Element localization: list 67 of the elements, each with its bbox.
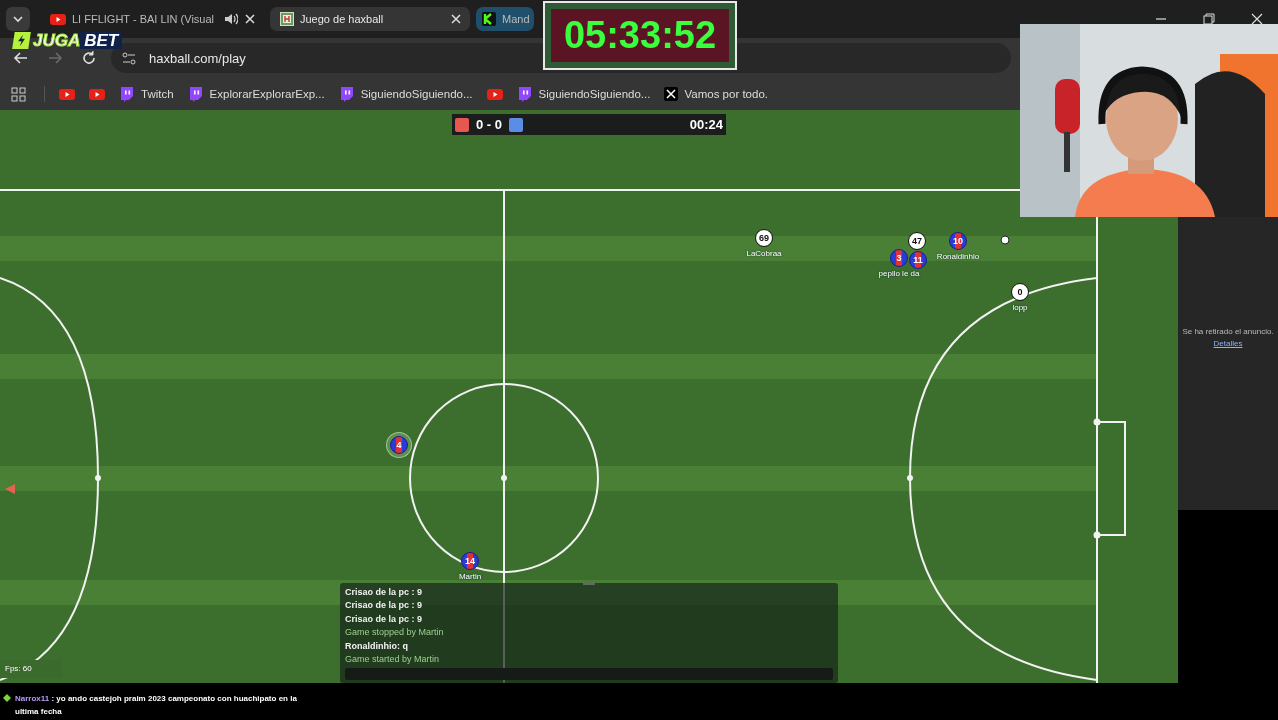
url-text: haxball.com/play xyxy=(149,50,246,66)
tab-title[interactable]: Juego de haxball xyxy=(300,13,444,25)
chat-bubble-icon xyxy=(187,86,204,102)
browser-tab[interactable]: Juego de haxball xyxy=(270,7,470,31)
letter-k-icon xyxy=(482,12,496,26)
bookmark[interactable]: Twitch xyxy=(119,86,174,102)
restore-icon[interactable] xyxy=(1203,13,1215,25)
player-disc: 0 xyxy=(1011,283,1029,301)
apps-grid-icon[interactable] xyxy=(11,86,26,102)
reload-icon[interactable] xyxy=(81,50,97,66)
chat-message: Ronaldinhio: q xyxy=(345,639,409,653)
ad-notice: Se ha retirado el anuncio. Detalles xyxy=(1182,325,1274,350)
system-message: Game stopped by Martin xyxy=(345,626,445,639)
player-disc: 69 xyxy=(755,229,773,247)
triangle-marker-icon xyxy=(5,484,15,494)
stream-chat-message: Narrox11 : yo ando castejoh praim 2023 campeonato con huachipato en la ultima fecha xyxy=(15,693,298,718)
close-icon[interactable] xyxy=(450,13,462,25)
team-swatch xyxy=(455,117,469,132)
brand-logo-text: JUGA BET xyxy=(33,32,123,49)
browser-tab[interactable]: Mand xyxy=(476,7,534,31)
tab-list-button[interactable] xyxy=(6,7,30,31)
chat-message: Crisao de la pc : 9 xyxy=(345,586,424,599)
chat-input[interactable] xyxy=(345,668,833,680)
video-play-icon xyxy=(89,87,105,101)
video-play-icon xyxy=(50,12,66,26)
player-disc: 47 xyxy=(908,232,926,250)
chat-bubble-icon xyxy=(119,86,135,102)
browser-tab[interactable]: LI FFLIGHT - BAI LIN (Visual xyxy=(40,7,264,31)
player-name: Martin xyxy=(458,572,482,581)
video-play-icon xyxy=(59,87,75,101)
lightning-icon xyxy=(12,32,31,49)
sliders-icon[interactable] xyxy=(121,50,137,66)
bookmark[interactable]: ExplorarExplorarExp... xyxy=(187,86,325,102)
score-text: 0 - 0 xyxy=(476,117,502,132)
team-swatch xyxy=(509,117,523,132)
bookmark[interactable] xyxy=(89,87,105,101)
chat-bubble-icon xyxy=(338,86,355,102)
player-name: Ronaldinhio xyxy=(936,252,980,261)
match-time: 00:24 xyxy=(689,117,723,132)
bookmark[interactable] xyxy=(59,87,75,101)
player-disc: 4 xyxy=(390,436,408,454)
fps-counter: Fps: 60 xyxy=(0,660,62,678)
player-name: pepilo le da xyxy=(878,269,920,278)
chat-message: Crisao de la pc : 9 xyxy=(345,599,424,612)
back-arrow-icon[interactable] xyxy=(13,50,29,66)
diamond-icon xyxy=(3,694,11,702)
ball-icon xyxy=(1000,235,1010,245)
video-play-icon xyxy=(486,87,503,101)
speaker-icon[interactable] xyxy=(224,12,238,26)
bookmark[interactable]: SiguiendoSiguiendo... xyxy=(516,86,651,102)
chat-message: Crisao de la pc : 9 xyxy=(345,612,424,626)
tab-title[interactable]: LI FFLIGHT - BAI LIN (Visual xyxy=(72,13,218,25)
details-link[interactable]: Detalles xyxy=(1213,338,1243,348)
countdown-timer: 05:33:52 xyxy=(563,14,717,57)
tab-title[interactable]: Mand xyxy=(502,13,530,25)
square-tile-icon xyxy=(280,12,294,26)
player-name: lopp xyxy=(1012,303,1028,312)
cross-letter-icon xyxy=(664,87,679,101)
chat-bubble-icon xyxy=(516,86,533,102)
resize-handle[interactable] xyxy=(583,581,595,585)
bookmark[interactable] xyxy=(486,87,503,101)
system-message: Game started by Martin xyxy=(345,653,441,666)
bookmark[interactable]: Vamos por todo. xyxy=(664,87,768,101)
bookmark[interactable]: SiguiendoSiguiendo... xyxy=(338,86,473,102)
player-name: LaCobraa xyxy=(746,249,782,258)
close-icon[interactable] xyxy=(244,13,256,25)
close-icon[interactable] xyxy=(1251,13,1263,25)
